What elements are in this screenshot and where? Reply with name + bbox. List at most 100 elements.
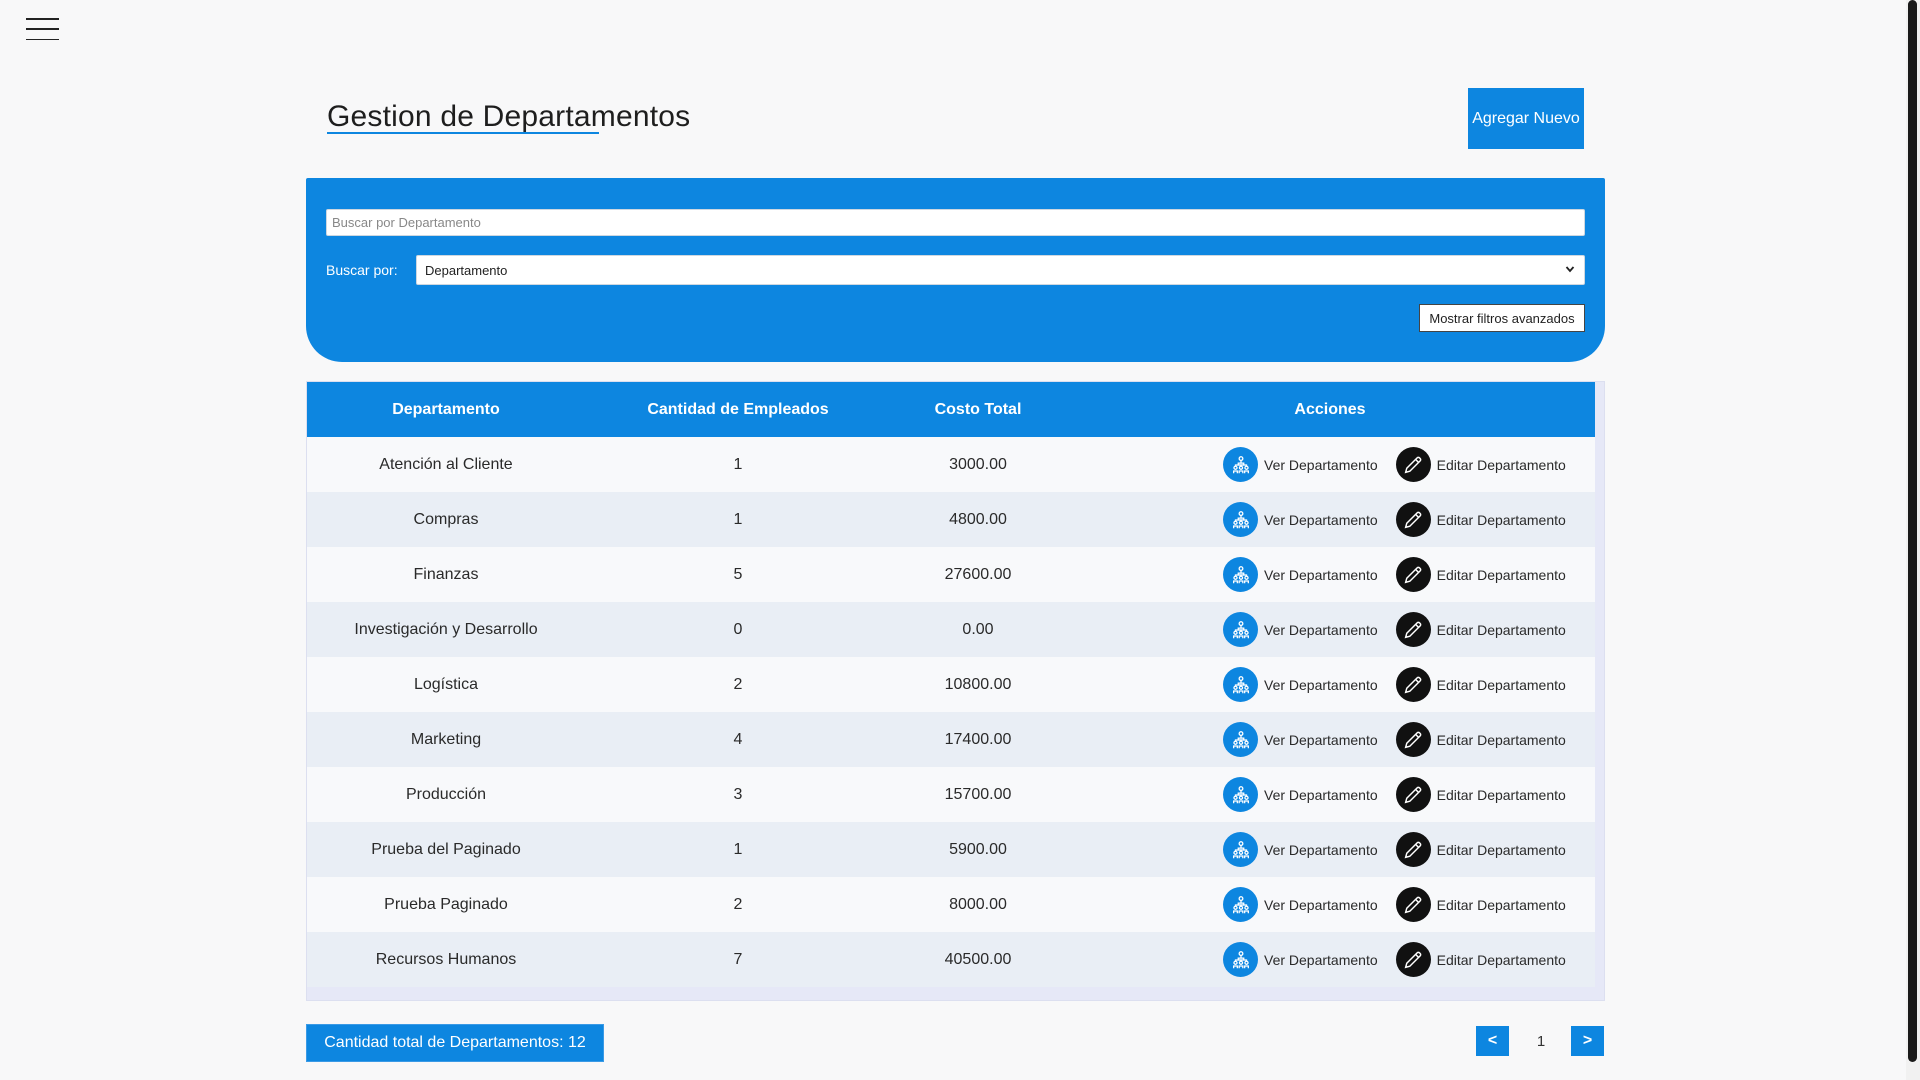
view-department-label: Ver Departamento bbox=[1264, 566, 1378, 583]
org-chart-icon bbox=[1223, 942, 1258, 977]
edit-department-label: Editar Departamento bbox=[1436, 786, 1566, 803]
search-by-select[interactable]: Departamento bbox=[416, 255, 1585, 285]
column-header-cost[interactable]: Costo Total bbox=[891, 401, 1065, 419]
pencil-icon bbox=[1395, 502, 1431, 537]
page-scrollbar-thumb[interactable] bbox=[1908, 0, 1917, 1062]
pencil-icon bbox=[1395, 722, 1431, 757]
next-page-button[interactable]: > bbox=[1571, 1026, 1604, 1056]
column-header-actions: Acciones bbox=[1294, 400, 1366, 418]
column-header-employees[interactable]: Cantidad de Empleados bbox=[585, 401, 891, 419]
cell-employees: 7 bbox=[733, 950, 743, 968]
pencil-icon bbox=[1395, 667, 1431, 702]
edit-department-button[interactable]: Editar Departamento bbox=[1395, 887, 1566, 922]
view-department-button[interactable]: Ver Departamento bbox=[1223, 942, 1378, 977]
view-department-label: Ver Departamento bbox=[1264, 731, 1378, 748]
cell-employees: 2 bbox=[733, 895, 743, 913]
edit-department-label: Editar Departamento bbox=[1436, 566, 1566, 583]
pencil-icon bbox=[1395, 447, 1431, 482]
edit-department-button[interactable]: Editar Departamento bbox=[1395, 612, 1566, 647]
cell-actions: Ver Departamento Editar Departamento bbox=[1065, 722, 1595, 757]
edit-department-label: Editar Departamento bbox=[1436, 456, 1566, 473]
view-department-label: Ver Departamento bbox=[1264, 511, 1378, 528]
table-row: Recursos Humanos 7 40500.00 Ver Departament… bbox=[307, 932, 1595, 987]
cell-department: Recursos Humanos bbox=[375, 950, 517, 968]
view-department-label: Ver Departamento bbox=[1264, 621, 1378, 638]
cell-cost: 27600.00 bbox=[944, 565, 1012, 583]
org-chart-icon bbox=[1223, 557, 1258, 592]
edit-department-button[interactable]: Editar Departamento bbox=[1395, 722, 1566, 757]
cell-department: Atención al Cliente bbox=[379, 455, 513, 473]
view-department-button[interactable]: Ver Departamento bbox=[1223, 447, 1378, 482]
cell-department: Marketing bbox=[410, 730, 482, 748]
cell-actions: Ver Departamento Editar Departamento bbox=[1065, 887, 1595, 922]
edit-department-button[interactable]: Editar Departamento bbox=[1395, 447, 1566, 482]
total-departments-badge: Cantidad total de Departamentos: 12 bbox=[306, 1024, 604, 1062]
view-department-button[interactable]: Ver Departamento bbox=[1223, 722, 1378, 757]
cell-actions: Ver Departamento Editar Departamento bbox=[1065, 502, 1595, 537]
search-by-selected-value: Departamento bbox=[425, 262, 508, 278]
pencil-icon bbox=[1395, 612, 1431, 647]
prev-page-button[interactable]: < bbox=[1476, 1026, 1509, 1056]
org-chart-icon bbox=[1223, 447, 1258, 482]
edit-department-button[interactable]: Editar Departamento bbox=[1395, 667, 1566, 702]
edit-department-button[interactable]: Editar Departamento bbox=[1395, 502, 1566, 537]
view-department-button[interactable]: Ver Departamento bbox=[1223, 777, 1378, 812]
pencil-icon bbox=[1395, 777, 1431, 812]
view-department-label: Ver Departamento bbox=[1264, 841, 1378, 858]
table-row: Atención al Cliente 1 3000.00 Ver Departame… bbox=[307, 437, 1595, 492]
page-scrollbar[interactable] bbox=[1906, 0, 1920, 1080]
view-department-button[interactable]: Ver Departamento bbox=[1223, 612, 1378, 647]
pencil-icon bbox=[1395, 832, 1431, 867]
column-header-department[interactable]: Departamento bbox=[307, 401, 585, 419]
edit-department-button[interactable]: Editar Departamento bbox=[1395, 832, 1566, 867]
cell-department: Producción bbox=[405, 785, 487, 803]
view-department-button[interactable]: Ver Departamento bbox=[1223, 502, 1378, 537]
cell-cost: 0.00 bbox=[962, 620, 994, 638]
search-by-label: Buscar por: bbox=[326, 262, 398, 278]
cell-actions: Ver Departamento Editar Departamento bbox=[1065, 612, 1595, 647]
chevron-down-icon bbox=[1565, 266, 1575, 273]
view-department-button[interactable]: Ver Departamento bbox=[1223, 832, 1378, 867]
edit-department-button[interactable]: Editar Departamento bbox=[1395, 557, 1566, 592]
search-input[interactable] bbox=[326, 209, 1585, 236]
org-chart-icon bbox=[1223, 502, 1258, 537]
view-department-button[interactable]: Ver Departamento bbox=[1223, 557, 1378, 592]
table-row: Logística 2 10800.00 Ver Departamento Editar… bbox=[307, 657, 1595, 712]
table-row: Producción 3 15700.00 Ver Departamento Edita… bbox=[307, 767, 1595, 822]
org-chart-icon bbox=[1223, 887, 1258, 922]
cell-department: Prueba Paginado bbox=[384, 895, 508, 913]
table-row: Prueba Paginado 2 8000.00 Ver Departamento E… bbox=[307, 877, 1595, 932]
cell-cost: 5900.00 bbox=[949, 840, 1007, 858]
org-chart-icon bbox=[1223, 612, 1258, 647]
edit-department-label: Editar Departamento bbox=[1436, 621, 1566, 638]
table-row: Finanzas 5 27600.00 Ver Departamento Editar … bbox=[307, 547, 1595, 602]
cell-actions: Ver Departamento Editar Departamento bbox=[1065, 832, 1595, 867]
page-title: Gestion de Departamentos bbox=[327, 100, 691, 133]
edit-department-button[interactable]: Editar Departamento bbox=[1395, 942, 1566, 977]
add-new-button[interactable]: Agregar Nuevo bbox=[1468, 88, 1584, 149]
edit-department-label: Editar Departamento bbox=[1436, 951, 1566, 968]
advanced-filters-button[interactable]: Mostrar filtros avanzados bbox=[1419, 304, 1585, 332]
view-department-label: Ver Departamento bbox=[1264, 456, 1378, 473]
cell-employees: 1 bbox=[733, 455, 743, 473]
table-row: Marketing 4 17400.00 Ver Departamento Editar… bbox=[307, 712, 1595, 767]
pencil-icon bbox=[1395, 887, 1431, 922]
current-page-number[interactable]: 1 bbox=[1530, 1033, 1552, 1050]
pencil-icon bbox=[1395, 557, 1431, 592]
cell-actions: Ver Departamento Editar Departamento bbox=[1065, 667, 1595, 702]
cell-employees: 5 bbox=[733, 565, 743, 583]
cell-cost: 15700.00 bbox=[944, 785, 1012, 803]
view-department-label: Ver Departamento bbox=[1264, 676, 1378, 693]
cell-employees: 4 bbox=[733, 730, 743, 748]
cell-cost: 10800.00 bbox=[944, 675, 1012, 693]
cell-employees: 3 bbox=[733, 785, 743, 803]
view-department-button[interactable]: Ver Departamento bbox=[1223, 667, 1378, 702]
cell-cost: 40500.00 bbox=[944, 950, 1012, 968]
hamburger-menu-icon[interactable] bbox=[26, 18, 59, 40]
view-department-button[interactable]: Ver Departamento bbox=[1223, 887, 1378, 922]
edit-department-button[interactable]: Editar Departamento bbox=[1395, 777, 1566, 812]
table-row: Investigación y Desarrollo 0 0.00 Ver Depar… bbox=[307, 602, 1595, 657]
cell-department: Finanzas bbox=[413, 565, 479, 583]
cell-department: Investigación y Desarrollo bbox=[354, 620, 538, 638]
org-chart-icon bbox=[1223, 777, 1258, 812]
